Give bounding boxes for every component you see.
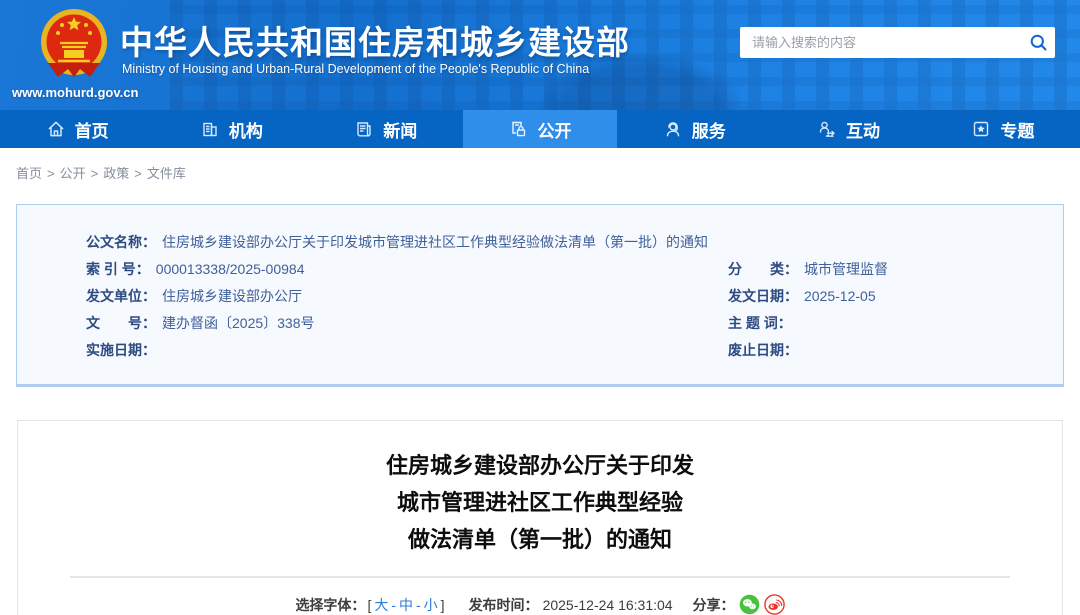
article-card: 住房城乡建设部办公厅关于印发 城市管理进社区工作典型经验 做法清单（第一批）的通… — [17, 420, 1063, 615]
font-select-label: 选择字体： — [295, 595, 365, 615]
breadcrumb-disclosure[interactable]: 公开 — [60, 166, 86, 181]
service-person-icon — [663, 119, 683, 139]
nav-item-label: 新闻 — [383, 117, 417, 142]
nav-item-topics[interactable]: 专题 — [926, 110, 1080, 148]
search-button[interactable] — [1021, 27, 1055, 58]
field-empty — [728, 229, 1043, 256]
nav-item-label: 公开 — [537, 117, 571, 142]
field-abolish-date: 废止日期： — [728, 337, 1043, 364]
wechat-share-button[interactable] — [739, 594, 760, 615]
site-title: 中华人民共和国住房和城乡建设部 — [120, 16, 630, 64]
field-value: 000013338/2025-00984 — [156, 261, 305, 277]
bracket-close: ] — [441, 597, 445, 613]
font-size-large[interactable]: 大 — [374, 597, 388, 613]
breadcrumb-policy[interactable]: 政策 — [103, 166, 129, 181]
breadcrumb-separator: > — [47, 166, 55, 181]
breadcrumb: 首页 > 公开 > 政策 > 文件库 — [0, 148, 1080, 194]
nav-item-label: 互动 — [846, 117, 880, 142]
topic-star-icon — [971, 119, 991, 139]
site-url: www.mohurd.gov.cn — [12, 85, 138, 100]
field-doc-number: 文 号： 建办督函〔2025〕338号 — [86, 310, 728, 337]
document-info-card: 公文名称： 住房城乡建设部办公厅关于印发城市管理进社区工作典型经验做法清单（第一批… — [16, 204, 1064, 387]
nav-item-news[interactable]: 新闻 — [309, 110, 463, 148]
breadcrumb-separator: > — [134, 166, 142, 181]
bracket-open: [ — [367, 597, 371, 613]
nav-item-label: 专题 — [1000, 117, 1034, 142]
article-title-line: 住房城乡建设部办公厅关于印发 — [18, 447, 1062, 484]
field-value: 建办督函〔2025〕338号 — [162, 315, 315, 331]
field-implement-date: 实施日期： — [86, 337, 728, 364]
search-icon — [1029, 33, 1048, 52]
share-label: 分享： — [693, 595, 735, 615]
disclosure-lock-icon — [508, 119, 528, 139]
font-dash: - — [391, 597, 396, 613]
field-category: 分 类： 城市管理监督 — [728, 256, 1043, 283]
publish-time-label: 发布时间： — [469, 597, 539, 613]
breadcrumb-home[interactable]: 首页 — [16, 166, 42, 181]
nav-item-label: 首页 — [75, 117, 109, 142]
wechat-icon — [739, 594, 760, 615]
field-label: 索 引 号： — [86, 261, 150, 277]
nav-item-services[interactable]: 服务 — [617, 110, 771, 148]
nav-item-label: 服务 — [692, 117, 726, 142]
field-label: 分 类： — [728, 261, 798, 277]
nav-item-label: 机构 — [229, 117, 263, 142]
news-icon — [354, 119, 374, 139]
field-subject-words: 主 题 词： — [728, 310, 1043, 337]
field-label: 主 题 词： — [728, 315, 792, 331]
field-label: 公文名称： — [86, 234, 156, 250]
search-input[interactable] — [740, 27, 1021, 58]
publish-time-value: 2025-12-24 16:31:04 — [543, 597, 673, 613]
nav-item-interact[interactable]: 互动 — [771, 110, 925, 148]
field-label: 废止日期： — [728, 342, 798, 358]
article-title: 住房城乡建设部办公厅关于印发 城市管理进社区工作典型经验 做法清单（第一批）的通… — [18, 447, 1062, 558]
article-title-line: 做法清单（第一批）的通知 — [18, 521, 1062, 558]
field-label: 文 号： — [86, 315, 156, 331]
interact-person-icon — [817, 119, 837, 139]
nav-item-disclosure[interactable]: 公开 — [463, 110, 617, 148]
share-group: 分享： — [693, 594, 785, 615]
font-size-small[interactable]: 小 — [424, 597, 438, 613]
field-issue-date: 发文日期： 2025-12-05 — [728, 283, 1043, 310]
field-value: 住房城乡建设部办公厅 — [162, 288, 302, 304]
field-value: 住房城乡建设部办公厅关于印发城市管理进社区工作典型经验做法清单（第一批）的通知 — [162, 234, 708, 250]
field-value: 城市管理监督 — [804, 261, 888, 277]
search-box — [740, 27, 1055, 58]
title-divider — [70, 576, 1010, 578]
national-emblem-icon — [38, 7, 110, 79]
field-value: 2025-12-05 — [804, 288, 876, 304]
site-header: www.mohurd.gov.cn 中华人民共和国住房和城乡建设部 Minist… — [0, 0, 1080, 110]
breadcrumb-library[interactable]: 文件库 — [147, 166, 186, 181]
font-size-selector: [大-中-小] — [367, 595, 444, 615]
font-dash: - — [416, 597, 421, 613]
weibo-share-button[interactable] — [764, 594, 785, 615]
weibo-icon — [764, 594, 785, 615]
organization-icon — [200, 119, 220, 139]
field-issuing-unit: 发文单位： 住房城乡建设部办公厅 — [86, 283, 728, 310]
font-size-medium[interactable]: 中 — [399, 597, 413, 613]
field-index-number: 索 引 号： 000013338/2025-00984 — [86, 256, 728, 283]
article-title-line: 城市管理进社区工作典型经验 — [18, 484, 1062, 521]
breadcrumb-separator: > — [91, 166, 99, 181]
main-nav: 首页 机构 新闻 公开 服务 — [0, 110, 1080, 148]
nav-item-organization[interactable]: 机构 — [154, 110, 308, 148]
home-icon — [46, 119, 66, 139]
field-label: 发文单位： — [86, 288, 156, 304]
field-label: 发文日期： — [728, 288, 798, 304]
article-meta-row: 选择字体： [大-中-小] 发布时间：2025-12-24 16:31:04 分… — [18, 594, 1062, 615]
document-info-grid: 公文名称： 住房城乡建设部办公厅关于印发城市管理进社区工作典型经验做法清单（第一批… — [86, 229, 1043, 364]
publish-time-group: 发布时间：2025-12-24 16:31:04 — [469, 595, 673, 615]
field-doc-name: 公文名称： 住房城乡建设部办公厅关于印发城市管理进社区工作典型经验做法清单（第一批… — [86, 229, 728, 256]
field-label: 实施日期： — [86, 342, 156, 358]
nav-item-home[interactable]: 首页 — [0, 110, 154, 148]
site-subtitle-english: Ministry of Housing and Urban-Rural Deve… — [122, 62, 589, 76]
